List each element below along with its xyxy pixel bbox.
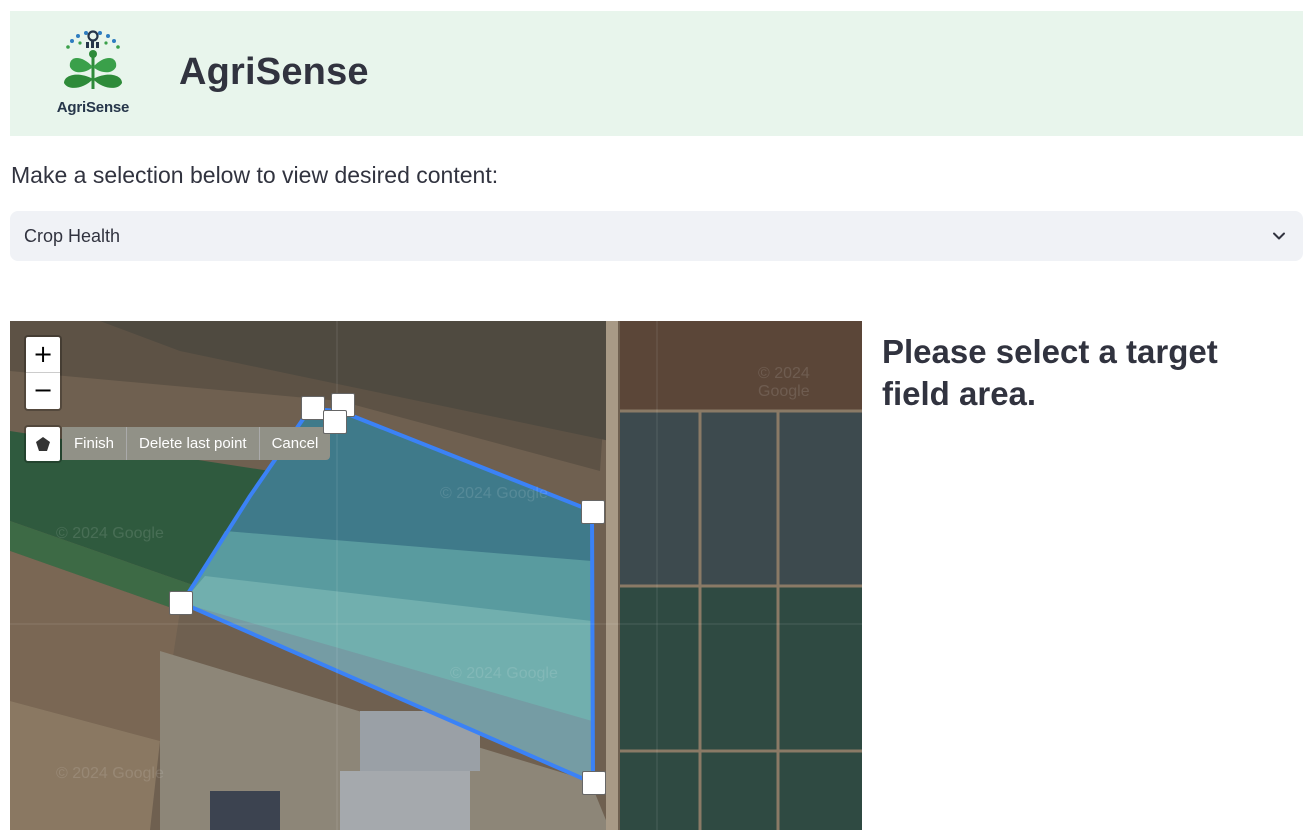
map-watermark: © 2024 Google bbox=[450, 665, 558, 682]
satellite-map[interactable]: © 2024 Google © 2024 Google © 2024 Googl… bbox=[10, 321, 862, 830]
content-select[interactable]: Crop Health bbox=[10, 211, 1303, 261]
polygon-vertex-handle[interactable] bbox=[169, 591, 193, 615]
select-field-message: Please select a target field area. bbox=[882, 333, 1218, 412]
zoom-control: + − bbox=[24, 335, 62, 411]
map-watermark: © 2024 Google bbox=[56, 525, 164, 542]
delete-last-point-button[interactable]: Delete last point bbox=[126, 427, 259, 460]
zoom-in-button[interactable]: + bbox=[26, 337, 60, 373]
app-header: AgriSense AgriSense bbox=[10, 11, 1303, 136]
map-watermark: © 2024 Google bbox=[758, 365, 810, 400]
draw-polygon-button[interactable] bbox=[24, 425, 62, 463]
logo-wordmark: AgriSense bbox=[56, 99, 130, 116]
draw-actions: Finish Delete last point Cancel bbox=[62, 427, 331, 460]
cancel-button[interactable]: Cancel bbox=[258, 427, 331, 460]
zoom-out-button[interactable]: − bbox=[26, 373, 60, 409]
map-watermark: © 2024 Google bbox=[56, 765, 164, 782]
app-title: AgriSense bbox=[179, 51, 369, 93]
polygon-draw-icon bbox=[36, 437, 50, 451]
sprout-logo-icon: AgriSense bbox=[50, 27, 136, 121]
map-watermark: © 2024 Google bbox=[440, 485, 548, 502]
polygon-vertex-handle[interactable] bbox=[323, 410, 347, 434]
polygon-vertex-handle[interactable] bbox=[582, 771, 606, 795]
selection-prompt: Make a selection below to view desired c… bbox=[11, 162, 499, 188]
content-select-value: Crop Health bbox=[24, 226, 121, 246]
chevron-down-icon bbox=[1273, 232, 1285, 240]
finish-button[interactable]: Finish bbox=[62, 427, 127, 460]
polygon-vertex-handle[interactable] bbox=[301, 396, 325, 420]
polygon-vertex-handle[interactable] bbox=[581, 500, 605, 524]
satellite-imagery bbox=[10, 321, 862, 830]
